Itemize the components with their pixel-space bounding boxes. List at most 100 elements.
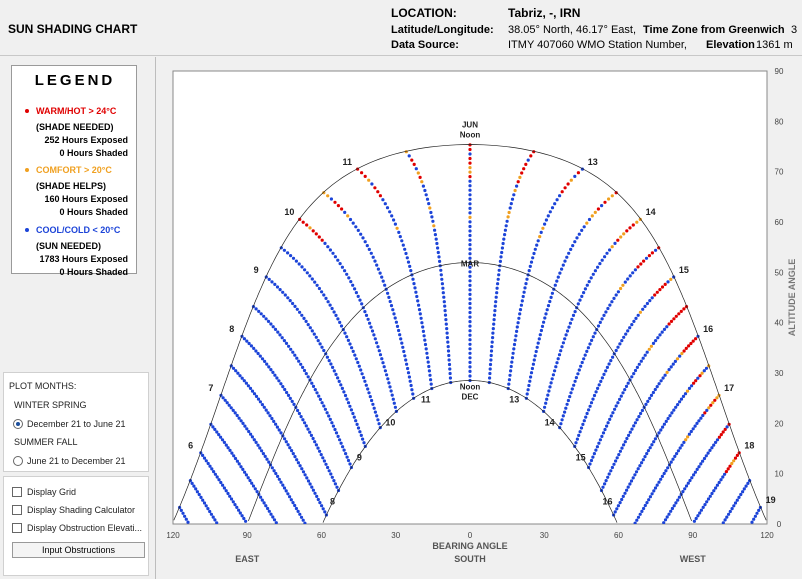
sun-point [716,438,719,441]
sun-point [491,341,494,344]
sun-point [334,255,337,258]
sun-point [720,433,723,436]
sun-point [346,214,349,217]
sun-point [329,472,332,475]
display-grid-label[interactable]: Display Grid [27,487,76,497]
sun-point [611,245,614,248]
sun-point [304,473,307,476]
sun-point [540,231,543,234]
radio-dec-jun[interactable] [13,419,23,429]
sun-point [555,280,558,283]
sun-point [634,369,637,372]
sun-point [468,311,471,314]
sun-point [594,449,597,452]
sun-point [340,442,343,445]
sun-point [428,374,431,377]
display-shading-checkbox[interactable] [12,505,22,515]
sun-point [629,431,632,434]
sun-point [237,509,240,512]
sun-point [468,293,471,296]
legend-comfort-label: COMFORT > 20°C [36,165,112,175]
sun-point [291,302,294,305]
sun-point [349,218,352,221]
sun-point [406,367,409,370]
sun-point [267,461,270,464]
sun-point [523,291,526,294]
sun-point [278,478,281,481]
sun-point [344,452,347,455]
sun-point [668,322,671,325]
sun-point [703,411,706,414]
sun-point [512,352,515,355]
display-obstruction-checkbox[interactable] [12,523,22,533]
sun-point [468,225,471,228]
sun-point [400,239,403,242]
sun-point [512,347,515,350]
sun-point [588,280,591,283]
sun-point [437,255,440,258]
sun-point [358,430,361,433]
sun-point [212,516,215,519]
sun-point [274,423,277,426]
sun-point [579,365,582,368]
sun-point [269,322,272,325]
timezone-value: 3 [791,24,797,36]
sun-point [468,343,471,346]
hour-label: 11 [421,395,431,405]
sun-point [617,453,620,456]
sun-point [526,392,529,395]
sun-point [545,398,548,401]
sun-point [538,235,541,238]
sun-point [722,521,725,524]
sun-point [567,252,570,255]
sun-point [708,449,711,452]
sun-point [502,242,505,245]
sun-point [300,467,303,470]
sun-point [675,452,678,455]
sun-point [360,302,363,305]
sun-point [705,454,708,457]
sun-point [616,401,619,404]
plot-months-panel: PLOT MONTHS: WINTER SPRING December 21 t… [3,372,149,472]
sun-point [241,422,244,425]
timezone-label: Time Zone from Greenwich [643,24,785,36]
radio-jun-dec-label[interactable]: June 21 to December 21 [27,456,126,466]
sun-point [646,302,649,305]
sun-point [373,407,376,410]
sun-point [205,504,208,507]
sun-point [358,299,361,302]
sun-point [390,214,393,217]
sun-point [726,425,729,428]
sun-point [582,291,585,294]
sun-point [670,461,673,464]
sun-point [680,444,683,447]
sun-point [603,255,606,258]
sun-point [656,385,659,388]
input-obstructions-button[interactable]: Input Obstructions [12,542,145,558]
sun-point [268,278,271,281]
radio-dec-jun-label[interactable]: December 21 to June 21 [27,419,126,429]
hour-label: 16 [602,496,612,506]
radio-jun-dec[interactable] [13,456,23,466]
sun-point [734,457,737,460]
sun-point [468,229,471,232]
sun-point [570,179,573,182]
sun-point [340,207,343,210]
display-obstruction-label[interactable]: Display Obstruction Elevati... [27,523,142,533]
sun-point [490,345,493,348]
sun-point [381,198,384,201]
sun-point [288,446,291,449]
sun-point [334,482,337,485]
direction-east: EAST [235,554,260,564]
sun-point [354,225,357,228]
sun-point [597,207,600,210]
y-tick-label: 20 [775,419,784,428]
display-shading-label[interactable]: Display Shading Calculator [27,505,135,515]
sun-point [671,507,674,510]
sun-point [491,332,494,335]
sun-point [657,431,660,434]
sun-point [409,380,412,383]
sun-point [423,189,426,192]
display-grid-checkbox[interactable] [12,487,22,497]
sun-point [370,182,373,185]
